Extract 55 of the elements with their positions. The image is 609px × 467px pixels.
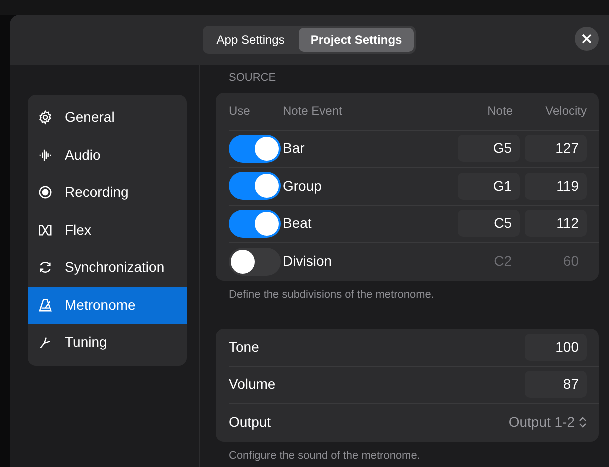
value-field[interactable]: 100 bbox=[525, 334, 587, 361]
setting-label: Output bbox=[229, 413, 272, 432]
note-field: C2 bbox=[458, 251, 520, 272]
sidebar-label: Tuning bbox=[65, 333, 108, 352]
value-field[interactable]: 87 bbox=[525, 371, 587, 398]
velocity-field[interactable]: 112 bbox=[525, 210, 587, 238]
sidebar-item[interactable]: General bbox=[28, 99, 187, 136]
sync-icon bbox=[38, 260, 53, 276]
sidebar-label: Flex bbox=[65, 220, 92, 240]
sidebar-label: Recording bbox=[65, 183, 129, 202]
chevron-up-down-icon bbox=[579, 417, 587, 428]
section-heading: SOURCE bbox=[228, 71, 278, 86]
sidebar-label: Audio bbox=[65, 146, 101, 165]
gear-icon bbox=[38, 110, 53, 126]
record-icon bbox=[38, 185, 53, 200]
note-field[interactable]: C5 bbox=[458, 210, 520, 238]
column-header: Note bbox=[486, 103, 514, 120]
note-field[interactable]: G5 bbox=[458, 135, 520, 162]
sidebar-item[interactable]: Audio bbox=[28, 136, 187, 174]
tuning-fork-icon bbox=[38, 335, 53, 350]
sidebar-label: General bbox=[65, 108, 115, 128]
footnote: Configure the sound of the metronome. bbox=[228, 448, 422, 464]
sidebar-item[interactable]: Tuning bbox=[28, 324, 187, 362]
settings-tab[interactable]: Project Settings bbox=[298, 28, 414, 52]
note-field[interactable]: G1 bbox=[458, 172, 520, 200]
setting-label: Volume bbox=[229, 375, 277, 394]
sidebar-label: Synchronization bbox=[65, 258, 165, 278]
note-event-label: Beat bbox=[283, 214, 313, 234]
toggle-switch[interactable] bbox=[229, 134, 281, 163]
close-icon bbox=[582, 34, 592, 44]
sidebar-item[interactable]: Synchronization bbox=[28, 249, 187, 286]
toggle-switch[interactable] bbox=[229, 248, 281, 276]
note-event-label: Division bbox=[283, 252, 334, 272]
velocity-field[interactable]: 119 bbox=[525, 172, 587, 200]
footnote: Define the subdivisions of the metronome. bbox=[228, 288, 436, 302]
flex-icon bbox=[38, 222, 53, 238]
waveform-icon bbox=[38, 148, 53, 163]
toggle-switch[interactable] bbox=[229, 210, 281, 238]
toggle-switch[interactable] bbox=[229, 172, 281, 200]
column-header: Velocity bbox=[544, 103, 587, 120]
sidebar-item[interactable]: Flex bbox=[28, 212, 187, 249]
velocity-field: 60 bbox=[525, 251, 587, 272]
note-event-label: Bar bbox=[283, 139, 306, 158]
sidebar-item[interactable]: Recording bbox=[28, 174, 187, 212]
settings-tab[interactable]: App Settings bbox=[204, 28, 297, 52]
close-button[interactable] bbox=[575, 27, 599, 51]
sidebar-item[interactable]: Metronome bbox=[28, 286, 187, 324]
setting-label: Tone bbox=[229, 338, 260, 357]
metronome-icon bbox=[38, 298, 53, 313]
note-event-label: Group bbox=[283, 176, 323, 196]
sidebar-label: Metronome bbox=[65, 296, 136, 315]
column-header: Use bbox=[229, 103, 252, 120]
velocity-field[interactable]: 127 bbox=[525, 135, 587, 162]
output-select[interactable]: Output 1-2 bbox=[508, 412, 587, 434]
column-header: Note Event bbox=[283, 103, 344, 120]
